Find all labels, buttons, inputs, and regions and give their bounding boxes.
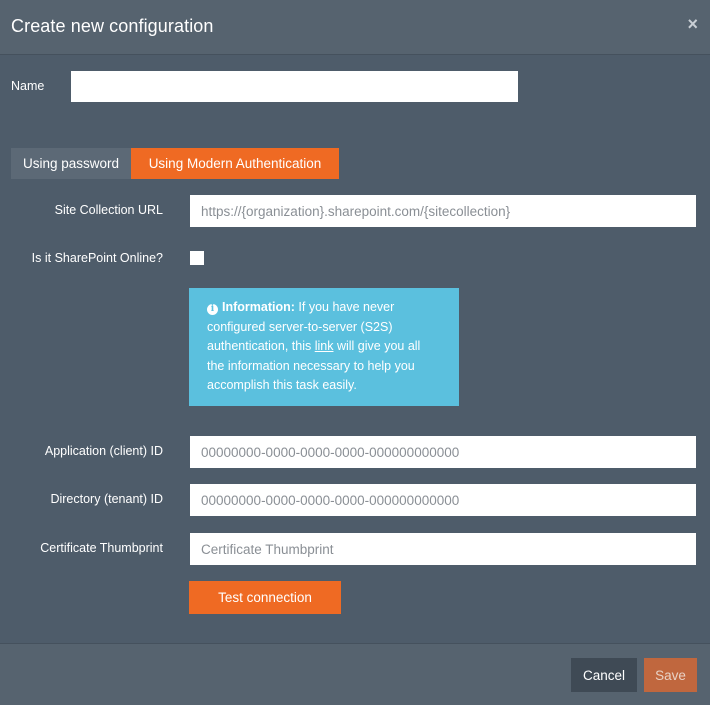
site-collection-url-label: Site Collection URL	[54, 203, 163, 217]
save-button[interactable]: Save	[644, 658, 697, 692]
create-configuration-dialog: Create new configuration × Name Using pa…	[0, 0, 710, 705]
name-label: Name	[11, 79, 45, 93]
tab-using-modern-authentication[interactable]: Using Modern Authentication	[131, 148, 339, 179]
sharepoint-online-checkbox[interactable]	[190, 251, 204, 265]
tenant-id-input[interactable]	[190, 484, 696, 516]
tenant-id-label: Directory (tenant) ID	[50, 492, 163, 506]
dialog-title: Create new configuration	[11, 16, 214, 36]
cancel-button[interactable]: Cancel	[571, 658, 637, 692]
client-id-label: Application (client) ID	[44, 444, 163, 458]
tab-using-password[interactable]: Using password	[11, 148, 131, 179]
close-icon[interactable]: ×	[687, 14, 698, 34]
certificate-thumbprint-input[interactable]	[190, 533, 696, 565]
sharepoint-online-label: Is it SharePoint Online?	[31, 251, 163, 265]
info-icon: i	[207, 304, 218, 315]
tab-using-password-label: Using password	[22, 156, 120, 171]
information-box: i Information: If you have never configur…	[189, 288, 459, 406]
site-collection-url-input[interactable]	[190, 195, 696, 227]
dialog-header: Create new configuration ×	[0, 0, 710, 55]
name-input[interactable]	[71, 71, 518, 102]
info-heading: Information:	[222, 300, 295, 314]
tab-modern-auth-label: Using Modern Authentication	[148, 156, 322, 171]
client-id-input[interactable]	[190, 436, 696, 468]
certificate-thumbprint-label: Certificate Thumbprint	[40, 541, 163, 555]
test-connection-button[interactable]: Test connection	[189, 581, 341, 614]
info-link[interactable]: link	[315, 339, 334, 353]
